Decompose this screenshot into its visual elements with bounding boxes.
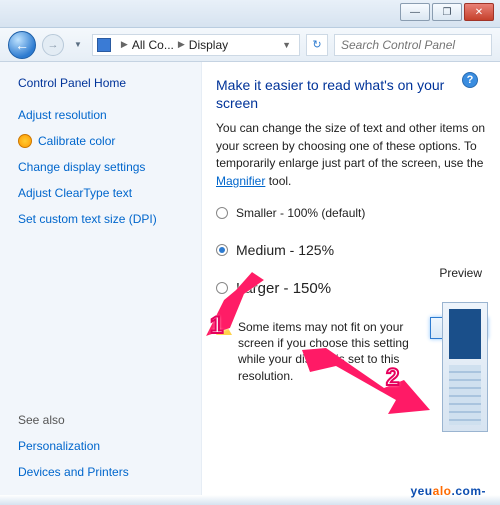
magnifier-link[interactable]: Magnifier: [216, 174, 265, 188]
sidebar-item-adjust-cleartype[interactable]: Adjust ClearType text: [18, 186, 185, 200]
sidebar-item-label: Adjust ClearType text: [18, 186, 132, 200]
page-title: Make it easier to read what's on your sc…: [216, 76, 488, 112]
sidebar-item-label: Adjust resolution: [18, 108, 107, 122]
watermark: yeualo.com-: [410, 482, 486, 499]
see-also-heading: See also: [18, 413, 185, 427]
close-button[interactable]: ✕: [464, 3, 494, 21]
back-button[interactable]: ←: [8, 31, 36, 59]
warning-icon: [216, 321, 232, 335]
sidebar-item-personalization[interactable]: Personalization: [18, 439, 185, 453]
radio-icon[interactable]: [216, 207, 228, 219]
sidebar-item-calibrate-color[interactable]: Calibrate color: [18, 134, 185, 148]
sidebar-item-change-display-settings[interactable]: Change display settings: [18, 160, 185, 174]
sidebar-item-label: Personalization: [18, 439, 100, 453]
control-panel-icon: [97, 38, 111, 52]
refresh-button[interactable]: ↻: [306, 34, 328, 56]
window-titlebar: — ❐ ✕: [0, 0, 500, 28]
sidebar: Control Panel Home Adjust resolution Cal…: [0, 62, 202, 495]
sidebar-item-label: Devices and Printers: [18, 465, 129, 479]
nav-toolbar: ← → ▼ ▶ All Co... ▶ Display ▼ ↻: [0, 28, 500, 62]
minimize-button[interactable]: —: [400, 3, 430, 21]
option-medium[interactable]: Medium - 125%: [216, 242, 488, 258]
radio-icon[interactable]: [216, 244, 228, 256]
sidebar-item-devices-printers[interactable]: Devices and Printers: [18, 465, 185, 479]
option-label: Medium - 125%: [236, 242, 334, 258]
radio-icon[interactable]: [216, 282, 228, 294]
option-smaller[interactable]: Smaller - 100% (default): [216, 206, 488, 220]
sidebar-item-custom-text-size[interactable]: Set custom text size (DPI): [18, 212, 185, 226]
main-panel: ? Make it easier to read what's on your …: [202, 62, 500, 495]
breadcrumb[interactable]: ▶ All Co... ▶ Display ▼: [92, 34, 300, 56]
breadcrumb-dropdown-icon[interactable]: ▼: [278, 40, 295, 50]
control-panel-home-link[interactable]: Control Panel Home: [18, 76, 185, 90]
warning-text: Some items may not fit on your screen if…: [238, 319, 424, 384]
page-description: You can change the size of text and othe…: [216, 120, 488, 190]
option-label: Larger - 150%: [236, 280, 331, 297]
maximize-button[interactable]: ❐: [432, 3, 462, 21]
forward-button[interactable]: →: [42, 34, 64, 56]
breadcrumb-segment[interactable]: Display: [189, 38, 228, 52]
search-input[interactable]: [334, 34, 492, 56]
preview-heading: Preview: [439, 266, 482, 280]
chevron-right-icon: ▶: [117, 39, 132, 50]
sidebar-item-label: Set custom text size (DPI): [18, 212, 157, 226]
color-wheel-icon: [18, 134, 32, 148]
breadcrumb-segment[interactable]: All Co...: [132, 38, 174, 52]
option-larger[interactable]: Larger - 150%: [216, 280, 488, 297]
preview-image: [442, 302, 488, 432]
sidebar-item-label: Calibrate color: [38, 134, 115, 148]
sidebar-item-label: Change display settings: [18, 160, 145, 174]
help-icon[interactable]: ?: [462, 72, 478, 88]
history-dropdown[interactable]: ▼: [70, 40, 86, 49]
option-label: Smaller - 100% (default): [236, 206, 365, 220]
radio-selected-dot: [219, 247, 225, 253]
sidebar-item-adjust-resolution[interactable]: Adjust resolution: [18, 108, 185, 122]
chevron-right-icon: ▶: [174, 39, 189, 50]
